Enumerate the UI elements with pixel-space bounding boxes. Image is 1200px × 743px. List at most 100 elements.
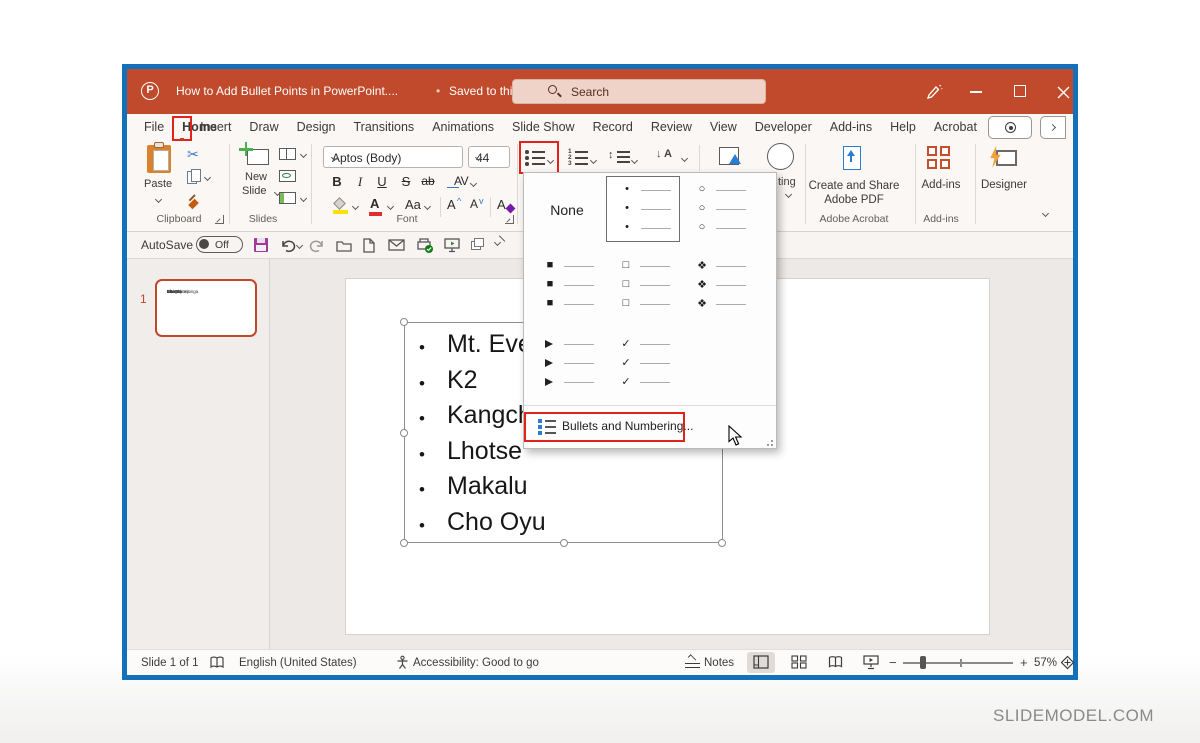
slideshow-view-button[interactable] <box>857 652 885 673</box>
text-highlight-icon[interactable] <box>333 198 349 214</box>
open-file-button[interactable] <box>335 237 353 254</box>
search-input[interactable]: Search <box>512 79 766 104</box>
reading-view-button[interactable] <box>821 652 849 673</box>
change-case-button[interactable]: Aa <box>405 197 421 212</box>
tab-insert[interactable]: Insert <box>191 114 240 141</box>
record-toggle-button[interactable] <box>988 116 1032 139</box>
bullet-option-hollow-square[interactable]: □ □ □ <box>606 253 680 319</box>
format-painter-icon[interactable] <box>187 193 203 209</box>
new-slide-button[interactable]: New Slide <box>237 145 281 211</box>
tab-design[interactable]: Design <box>288 114 345 141</box>
normal-view-button[interactable] <box>747 652 775 673</box>
tab-help[interactable]: Help <box>881 114 925 141</box>
section-chevron-icon[interactable] <box>300 195 307 202</box>
resize-handle[interactable] <box>400 318 408 326</box>
sort-chevron-icon[interactable] <box>681 155 688 162</box>
tab-record[interactable]: Record <box>584 114 642 141</box>
tab-review[interactable]: Review <box>642 114 701 141</box>
collapse-ribbon-chevron-icon[interactable] <box>1042 210 1049 217</box>
paste-button[interactable]: Paste <box>139 145 181 211</box>
bullet-option-filled-square[interactable]: ■ ■ ■ <box>530 253 604 319</box>
qat-overflow-chevron-icon[interactable] <box>494 239 501 246</box>
line-spacing-button[interactable]: ↕ <box>605 144 641 172</box>
undo-chevron-icon[interactable] <box>296 242 303 249</box>
strikethrough-button[interactable]: S <box>397 174 415 189</box>
bullet-option-none[interactable]: None <box>530 177 604 243</box>
character-spacing-chevron-icon[interactable] <box>470 180 477 187</box>
designer-button[interactable]: Designer <box>975 179 1033 191</box>
slide-layout-icon[interactable] <box>279 148 296 160</box>
tab-developer[interactable]: Developer <box>746 114 821 141</box>
font-color-chevron-icon[interactable] <box>387 203 394 210</box>
oval-shape-icon[interactable] <box>767 143 794 170</box>
tab-acrobat[interactable]: Acrobat <box>925 114 986 141</box>
highlight-chevron-icon[interactable] <box>352 203 359 210</box>
slide-count[interactable]: Slide 1 of 1 <box>141 657 199 669</box>
bullet-option-hollow-round[interactable]: ○ ○ ○ <box>682 177 756 243</box>
cut-icon[interactable]: ✂ <box>187 146 199 163</box>
zoom-slider-thumb[interactable] <box>920 656 926 669</box>
zoom-out-button[interactable]: − <box>889 655 897 670</box>
accessibility-status[interactable]: Accessibility: Good to go <box>413 657 539 669</box>
bullet-option-arrow[interactable] <box>530 331 604 397</box>
bold-button[interactable]: B <box>328 174 346 189</box>
numbering-chevron-icon[interactable] <box>590 157 597 164</box>
tab-transitions[interactable]: Transitions <box>345 114 424 141</box>
layout-chevron-icon[interactable] <box>300 151 307 158</box>
start-slideshow-button[interactable] <box>443 237 461 254</box>
numbering-button[interactable]: 1 2 3 <box>564 144 600 172</box>
autosave-toggle[interactable]: Off <box>196 236 243 253</box>
new-document-button[interactable] <box>361 237 379 254</box>
collapsed-panel-button[interactable] <box>1040 116 1066 139</box>
underline-button[interactable]: U <box>373 174 391 189</box>
dropdown-resize-grip[interactable] <box>765 438 773 446</box>
bullet-option-filled-round[interactable]: • • • <box>606 176 680 242</box>
slide-sorter-view-button[interactable] <box>785 652 813 673</box>
clipboard-dialog-launcher-icon[interactable] <box>215 215 224 224</box>
tab-file[interactable]: File <box>135 114 173 141</box>
bullet-option-check[interactable]: ✓ ✓ ✓ <box>606 331 680 397</box>
slide-thumbnail[interactable]: •Mt. Everest •K2 •Kangchenjunga •Lhotse … <box>155 279 257 337</box>
tab-draw[interactable]: Draw <box>240 114 287 141</box>
zoom-in-button[interactable]: + <box>1020 655 1028 670</box>
reset-slide-icon[interactable] <box>279 170 296 182</box>
change-case-chevron-icon[interactable] <box>424 203 431 210</box>
close-button[interactable] <box>1048 81 1078 103</box>
font-name-combobox[interactable]: Aptos (Body) <box>323 146 463 168</box>
notes-button[interactable]: Notes <box>704 657 734 669</box>
duplicate-slide-button[interactable] <box>469 237 487 254</box>
tab-slide-show[interactable]: Slide Show <box>503 114 584 141</box>
resize-handle[interactable] <box>400 539 408 547</box>
ink-pen-icon[interactable] <box>909 81 939 103</box>
quick-print-button[interactable] <box>415 237 433 254</box>
undo-button[interactable] <box>279 237 297 254</box>
zoom-level[interactable]: 57% <box>1034 657 1057 669</box>
tab-add-ins[interactable]: Add-ins <box>821 114 881 141</box>
save-button[interactable] <box>253 237 271 254</box>
line-spacing-chevron-icon[interactable] <box>631 157 638 164</box>
bullet-option-star-diamond[interactable]: ❖ ❖ ❖ <box>682 253 756 319</box>
tab-animations[interactable]: Animations <box>423 114 503 141</box>
maximize-button[interactable] <box>1005 81 1035 103</box>
tab-view[interactable]: View <box>701 114 746 141</box>
sort-text-button[interactable]: ↓ A <box>654 144 694 172</box>
create-pdf-button[interactable]: Create and Share Adobe PDF <box>798 179 910 207</box>
font-size-combobox[interactable]: 44 <box>468 146 510 168</box>
copy-chevron-icon[interactable] <box>204 174 211 181</box>
double-strikethrough-button[interactable]: ab <box>419 174 437 188</box>
bullets-button[interactable] <box>521 144 557 172</box>
designer-icon[interactable] <box>989 146 1019 172</box>
minimize-button[interactable] <box>961 81 991 103</box>
section-icon[interactable] <box>279 192 296 204</box>
resize-handle[interactable] <box>560 539 568 547</box>
add-ins-button[interactable]: Add-ins <box>913 179 969 191</box>
text-direction-button[interactable] <box>715 145 749 173</box>
font-dialog-launcher-icon[interactable] <box>505 215 514 224</box>
resize-handle[interactable] <box>400 429 408 437</box>
resize-handle[interactable] <box>718 539 726 547</box>
email-button[interactable] <box>387 237 405 254</box>
add-ins-icon[interactable] <box>927 146 953 172</box>
redo-button[interactable] <box>309 237 327 254</box>
italic-button[interactable]: I <box>351 174 369 190</box>
tab-home[interactable]: Home <box>173 114 191 141</box>
